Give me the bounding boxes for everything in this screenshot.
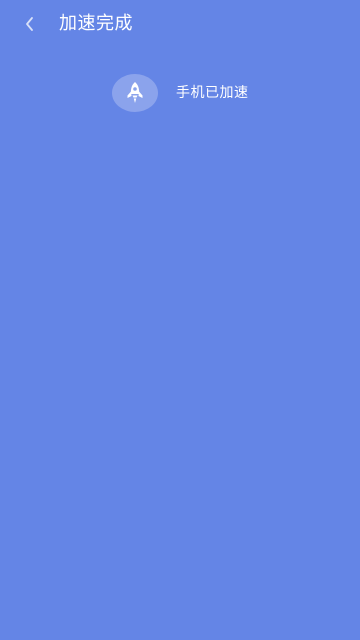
toolbar: 加速完成 [0,0,360,48]
result-message: 手机已加速 [176,85,249,101]
back-button[interactable] [16,10,42,38]
chevron-left-icon [26,17,33,31]
speed-up-complete-screen: 加速完成 手机已加速 [0,0,360,640]
speed-up-result: 手机已加速 [112,73,249,113]
page-title: 加速完成 [59,13,133,34]
rocket-icon [127,82,143,103]
rocket-badge [112,74,158,112]
